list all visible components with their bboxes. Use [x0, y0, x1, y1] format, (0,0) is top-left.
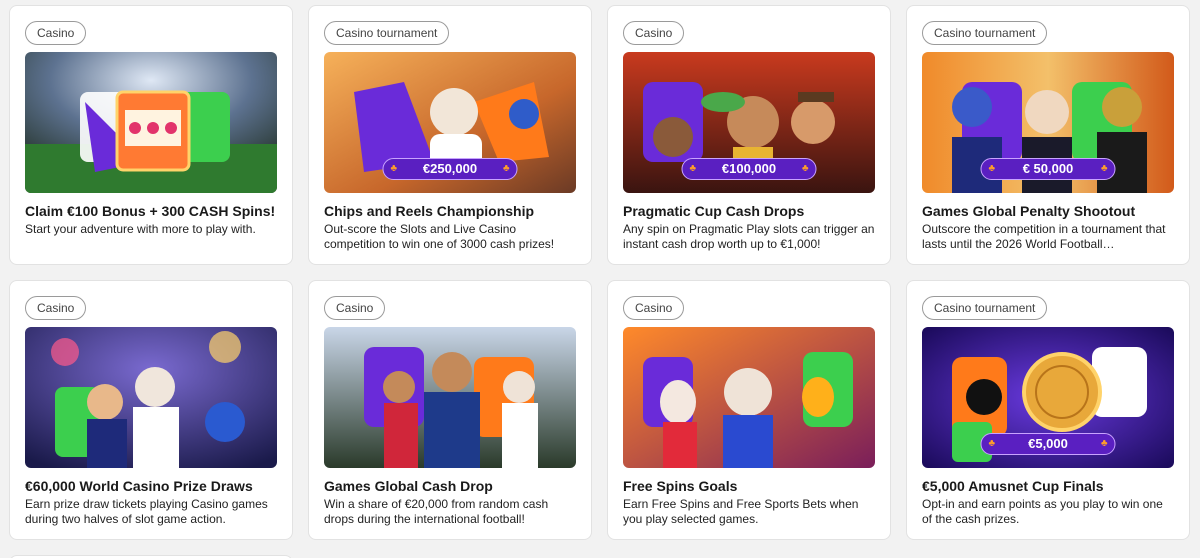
promo-title[interactable]: €60,000 World Casino Prize Draws — [25, 478, 277, 494]
promo-card[interactable]: Casino €60,000 World Casino Prize Draws … — [9, 280, 293, 540]
promo-banner-image[interactable] — [25, 52, 277, 193]
category-tag: Casino — [25, 21, 87, 45]
promo-banner-image[interactable] — [25, 327, 277, 468]
promo-description: Start your adventure with more to play w… — [25, 222, 256, 236]
promo-title[interactable]: Games Global Penalty Shootout — [922, 203, 1174, 219]
promo-description: Out-score the Slots and Live Casino comp… — [324, 222, 555, 251]
prize-pool-badge: €250,000 — [382, 158, 518, 180]
promo-banner-image[interactable]: €250,000 — [324, 52, 576, 193]
prize-pool-badge: € 50,000 — [980, 158, 1116, 180]
promo-card[interactable]: Casino €100,000 Pragmatic Cup Cash Drops… — [607, 5, 891, 265]
promo-card[interactable]: Casino Claim €100 Bonus + 300 CASH Spins… — [9, 5, 293, 265]
category-tag: Casino — [623, 296, 685, 320]
promo-title[interactable]: Games Global Cash Drop — [324, 478, 576, 494]
promo-title[interactable]: Pragmatic Cup Cash Drops — [623, 203, 875, 219]
promo-description: Outscore the competition in a tournament… — [922, 222, 1166, 251]
promo-banner-image[interactable]: €100,000 — [623, 52, 875, 193]
promo-card[interactable]: Casino Free Spins Goals Earn Free Spins … — [607, 280, 891, 540]
prize-pool-badge: €5,000 — [980, 433, 1116, 455]
promo-card[interactable]: Casino tournament €250,000 Chips and Ree… — [308, 5, 592, 265]
category-tag: Casino — [324, 296, 386, 320]
promo-description: Earn Free Spins and Free Sports Bets whe… — [623, 497, 859, 526]
promo-card[interactable]: Casino tournament €5,000 €5,000 Amusnet … — [906, 280, 1190, 540]
promo-banner-image[interactable] — [623, 327, 875, 468]
promo-title[interactable]: €5,000 Amusnet Cup Finals — [922, 478, 1174, 494]
promo-description: Any spin on Pragmatic Play slots can tri… — [623, 222, 875, 251]
category-tag: Casino — [623, 21, 685, 45]
promo-description: Win a share of €20,000 from random cash … — [324, 497, 549, 526]
category-tag: Casino — [25, 296, 87, 320]
category-tag: Casino tournament — [922, 296, 1048, 320]
promo-banner-image[interactable]: €5,000 — [922, 327, 1174, 468]
promo-title[interactable]: Chips and Reels Championship — [324, 203, 576, 219]
category-tag: Casino tournament — [922, 21, 1048, 45]
promo-description: Earn prize draw tickets playing Casino g… — [25, 497, 268, 526]
promo-title[interactable]: Claim €100 Bonus + 300 CASH Spins! — [25, 203, 277, 219]
promo-title[interactable]: Free Spins Goals — [623, 478, 875, 494]
prize-pool-badge: €100,000 — [681, 158, 817, 180]
promo-card[interactable]: Casino tournament € 50,000 Games Global … — [906, 5, 1190, 265]
promo-banner-image[interactable]: € 50,000 — [922, 52, 1174, 193]
promo-description: Opt-in and earn points as you play to wi… — [922, 497, 1163, 526]
promo-banner-image[interactable] — [324, 327, 576, 468]
promo-card[interactable]: Casino Games Global Cash Drop Win a shar… — [308, 280, 592, 540]
category-tag: Casino tournament — [324, 21, 450, 45]
promotions-grid: Casino Claim €100 Bonus + 300 CASH Spins… — [9, 5, 1190, 540]
